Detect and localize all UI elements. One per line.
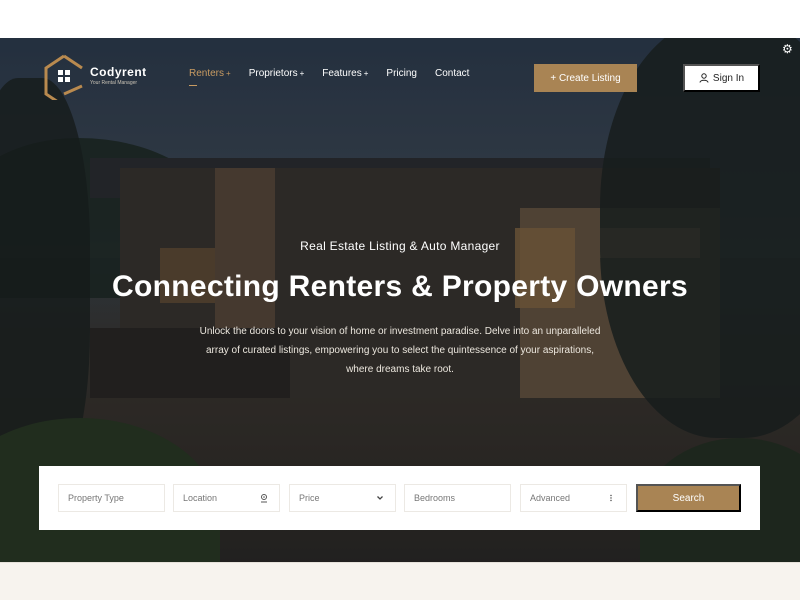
expand-plus-icon: + bbox=[299, 69, 305, 78]
price-placeholder: Price bbox=[299, 493, 320, 503]
create-listing-button[interactable]: + Create Listing bbox=[534, 64, 637, 92]
property-type-placeholder: Property Type bbox=[68, 493, 124, 503]
chevron-down-icon bbox=[377, 496, 383, 500]
nav-item-pricing[interactable]: Pricing bbox=[386, 68, 417, 79]
search-button[interactable]: Search bbox=[636, 484, 741, 512]
hero-headline: Connecting Renters & Property Owners bbox=[112, 270, 688, 303]
advanced-filter[interactable]: Advanced bbox=[520, 484, 627, 512]
location-pin-icon bbox=[261, 494, 267, 503]
more-vertical-icon bbox=[610, 494, 612, 502]
nav-item-label: Contact bbox=[434, 68, 470, 79]
nav-item-proprietors[interactable]: Proprietors + bbox=[249, 68, 305, 79]
bedrooms-field[interactable]: Bedrooms bbox=[404, 484, 511, 512]
settings-gear-icon[interactable]: ⚙ bbox=[782, 42, 793, 56]
property-search-bar: Property Type Location Price Bedrooms Ad… bbox=[39, 466, 760, 530]
expand-plus-icon: + bbox=[363, 69, 369, 78]
nav-item-features[interactable]: Features + bbox=[322, 68, 368, 79]
user-icon bbox=[699, 73, 709, 83]
nav-item-contact[interactable]: Contact bbox=[435, 68, 469, 79]
nav-item-label: Features bbox=[322, 68, 362, 79]
browser-top-strip bbox=[0, 0, 800, 38]
main-nav: Renters + Proprietors + Features + Prici… bbox=[189, 68, 487, 86]
location-field[interactable]: Location bbox=[173, 484, 280, 512]
nav-item-label: Proprietors bbox=[248, 68, 298, 79]
nav-item-label: Pricing bbox=[386, 68, 417, 79]
bedrooms-placeholder: Bedrooms bbox=[414, 493, 456, 503]
sign-in-button[interactable]: Sign In bbox=[683, 64, 760, 92]
brand-tagline: Your Rental Manager bbox=[90, 79, 138, 86]
advanced-label: Advanced bbox=[530, 493, 571, 503]
next-section bbox=[0, 562, 800, 600]
logo-house-icon bbox=[42, 50, 84, 108]
brand-logo[interactable]: Codyrent Your Rental Manager bbox=[42, 50, 147, 108]
sign-in-label: Sign In bbox=[712, 72, 745, 84]
nav-item-renters[interactable]: Renters + bbox=[189, 68, 231, 86]
nav-item-label: Renters bbox=[189, 68, 225, 79]
hero-eyebrow: Real Estate Listing & Auto Manager bbox=[300, 239, 500, 253]
expand-plus-icon: + bbox=[226, 69, 231, 78]
hero-subtext: Unlock the doors to your vision of home … bbox=[199, 326, 601, 375]
price-select[interactable]: Price bbox=[289, 484, 396, 512]
location-placeholder: Location bbox=[183, 493, 218, 503]
property-type-field[interactable]: Property Type bbox=[58, 484, 165, 512]
brand-name: Codyrent bbox=[90, 64, 147, 79]
